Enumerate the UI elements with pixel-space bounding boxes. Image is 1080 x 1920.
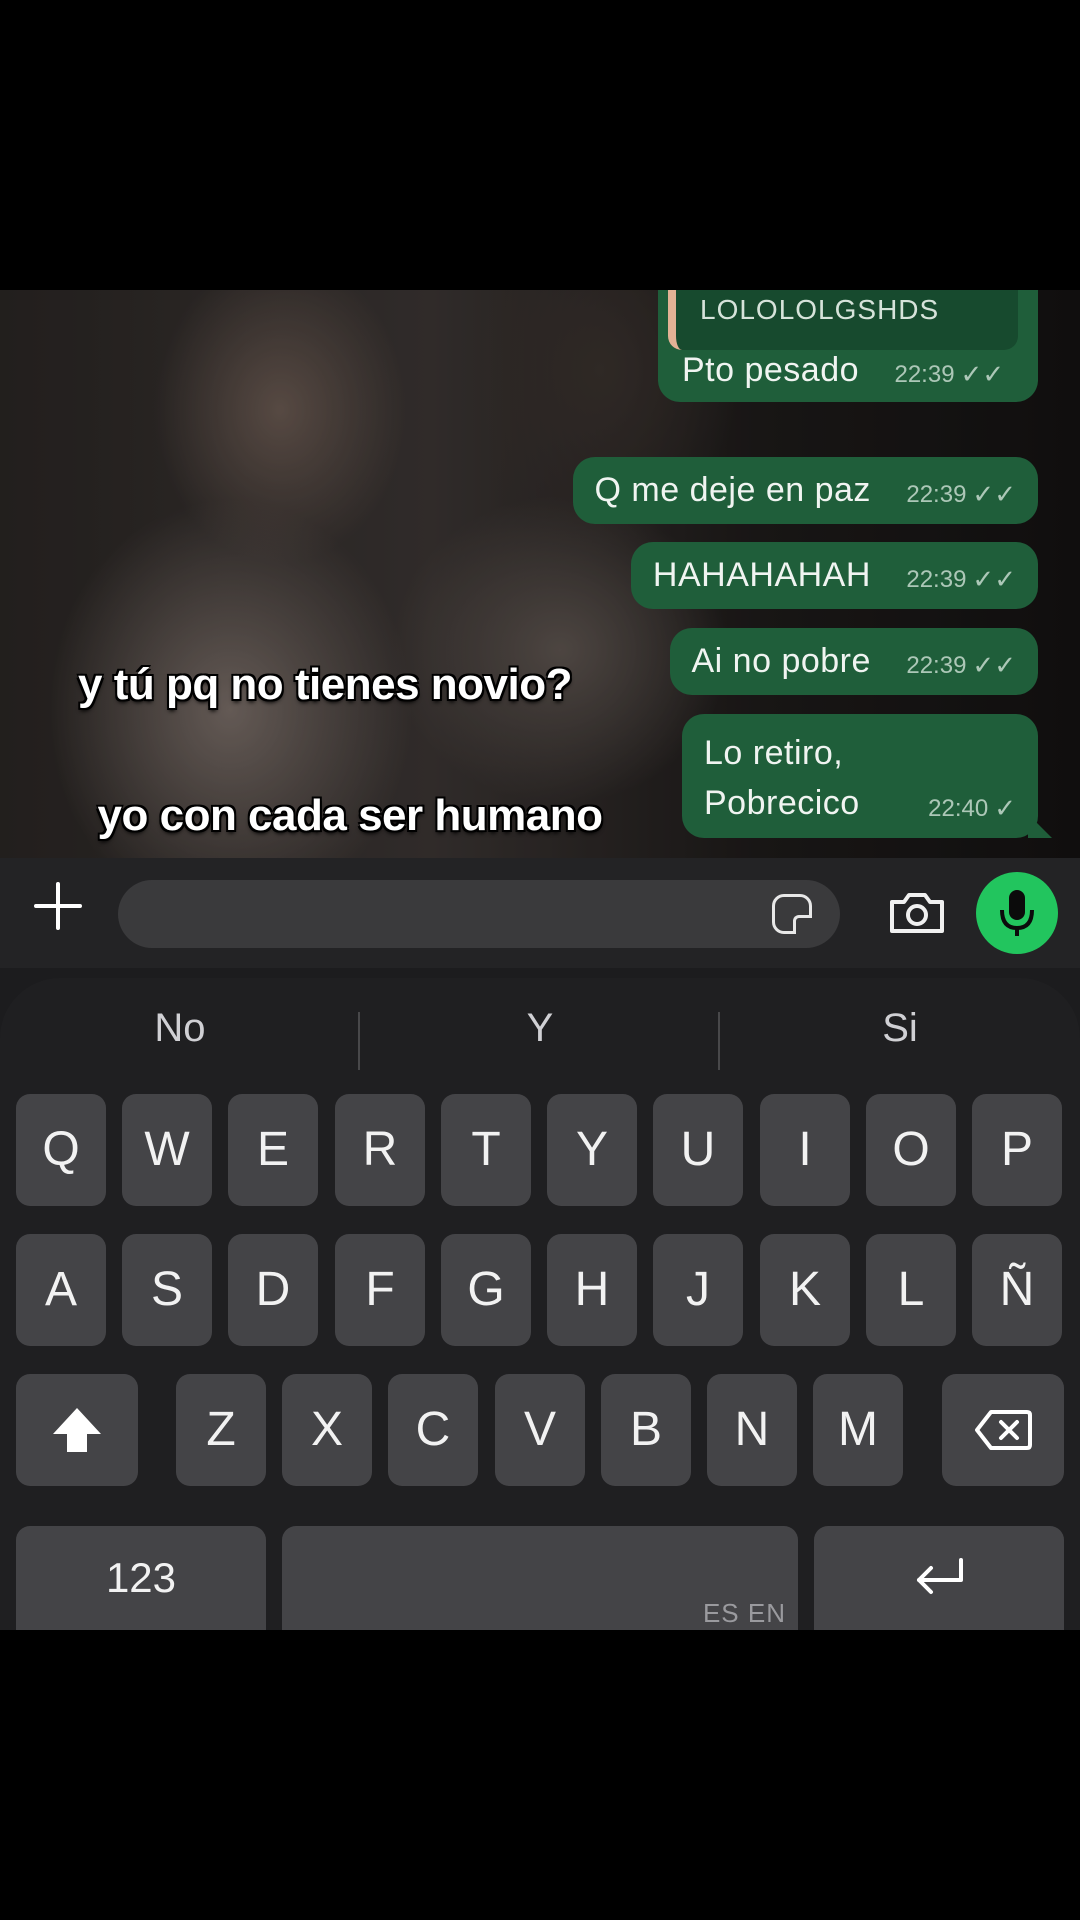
backspace-icon: [975, 1410, 1032, 1450]
microphone-icon: [1000, 890, 1034, 936]
message-time: 22:39: [906, 651, 967, 679]
microphone-button[interactable]: [976, 872, 1058, 954]
message-text: Pto pesado: [682, 351, 860, 389]
double-check-icon: ✓✓: [960, 359, 1005, 389]
key-h[interactable]: H: [547, 1234, 637, 1346]
overlay-caption-question: y tú pq no tienes novio?: [78, 660, 573, 709]
key-l[interactable]: L: [866, 1234, 956, 1346]
language-label: ES EN: [702, 1598, 786, 1628]
keyboard: No Y Si Q W E R T Y U I O P A S D F G H …: [0, 978, 1080, 1630]
message-time: 22:39: [906, 480, 967, 508]
quoted-message[interactable]: LOLOLOLGSHDS: [668, 290, 1018, 350]
shift-arrow-icon: [53, 1408, 101, 1452]
key-u[interactable]: U: [653, 1094, 743, 1206]
message-time: 22:39: [894, 360, 955, 388]
key-i[interactable]: I: [760, 1094, 850, 1206]
suggestion-y[interactable]: Y: [370, 1006, 710, 1051]
message-time: 22:39: [906, 565, 967, 593]
message-input[interactable]: [118, 880, 840, 948]
key-v[interactable]: V: [495, 1374, 585, 1486]
key-t[interactable]: T: [441, 1094, 531, 1206]
key-n[interactable]: N: [707, 1374, 797, 1486]
key-a[interactable]: A: [16, 1234, 106, 1346]
double-check-icon: ✓✓: [972, 479, 1016, 509]
key-c[interactable]: C: [388, 1374, 478, 1486]
suggestion-si[interactable]: Si: [730, 1006, 1070, 1051]
key-p[interactable]: P: [972, 1094, 1062, 1206]
shift-key[interactable]: [16, 1374, 138, 1486]
message-text: Ai no pobre: [691, 642, 871, 680]
message-bubble-with-quote[interactable]: LOLOLOLGSHDS Pto pesado 22:39 ✓✓: [658, 290, 1038, 402]
key-m[interactable]: M: [813, 1374, 903, 1486]
key-j[interactable]: J: [653, 1234, 743, 1346]
key-s[interactable]: S: [122, 1234, 212, 1346]
message-bubble[interactable]: Q me deje en paz 22:39 ✓✓: [572, 457, 1038, 524]
chat-screen: LOLOLOLGSHDS Pto pesado 22:39 ✓✓ Q me de…: [0, 290, 1080, 1630]
backspace-key[interactable]: [942, 1374, 1064, 1486]
key-b[interactable]: B: [601, 1374, 691, 1486]
key-r[interactable]: R: [335, 1094, 425, 1206]
key-e[interactable]: E: [228, 1094, 318, 1206]
key-q[interactable]: Q: [16, 1094, 106, 1206]
message-bubble[interactable]: Ai no pobre 22:39 ✓✓: [669, 628, 1038, 695]
return-arrow-icon: [917, 1558, 963, 1594]
key-k[interactable]: K: [760, 1234, 850, 1346]
message-text: Q me deje en paz: [594, 471, 871, 509]
key-f[interactable]: F: [335, 1234, 425, 1346]
key-z[interactable]: Z: [176, 1374, 266, 1486]
camera-icon[interactable]: [888, 892, 946, 934]
message-input-bar: [0, 858, 1080, 968]
key-enye[interactable]: Ñ: [972, 1234, 1062, 1346]
single-check-icon: ✓: [994, 793, 1016, 823]
key-d[interactable]: D: [228, 1234, 318, 1346]
key-x[interactable]: X: [282, 1374, 372, 1486]
message-text: HAHAHAHAH: [652, 556, 871, 594]
suggestion-bar: No Y Si: [0, 986, 1080, 1090]
message-bubble[interactable]: Lo retiro, Pobrecico 22:40 ✓: [682, 714, 1052, 838]
return-key[interactable]: [814, 1526, 1064, 1630]
message-time: 22:40: [928, 794, 989, 822]
overlay-caption-line: yo con cada ser humano: [97, 791, 603, 840]
numbers-key[interactable]: 123: [16, 1526, 266, 1630]
plus-icon[interactable]: [28, 880, 88, 940]
key-w[interactable]: W: [122, 1094, 212, 1206]
key-y[interactable]: Y: [547, 1094, 637, 1206]
double-check-icon: ✓✓: [972, 650, 1016, 680]
message-bubble[interactable]: HAHAHAHAH 22:39 ✓✓: [630, 542, 1038, 609]
double-check-icon: ✓✓: [972, 564, 1016, 594]
key-g[interactable]: G: [441, 1234, 531, 1346]
sticker-icon[interactable]: [772, 894, 812, 934]
message-text-line: Lo retiro,: [704, 734, 844, 772]
space-key[interactable]: ES EN: [282, 1526, 798, 1630]
key-o[interactable]: O: [866, 1094, 956, 1206]
suggestion-no[interactable]: No: [10, 1006, 350, 1051]
